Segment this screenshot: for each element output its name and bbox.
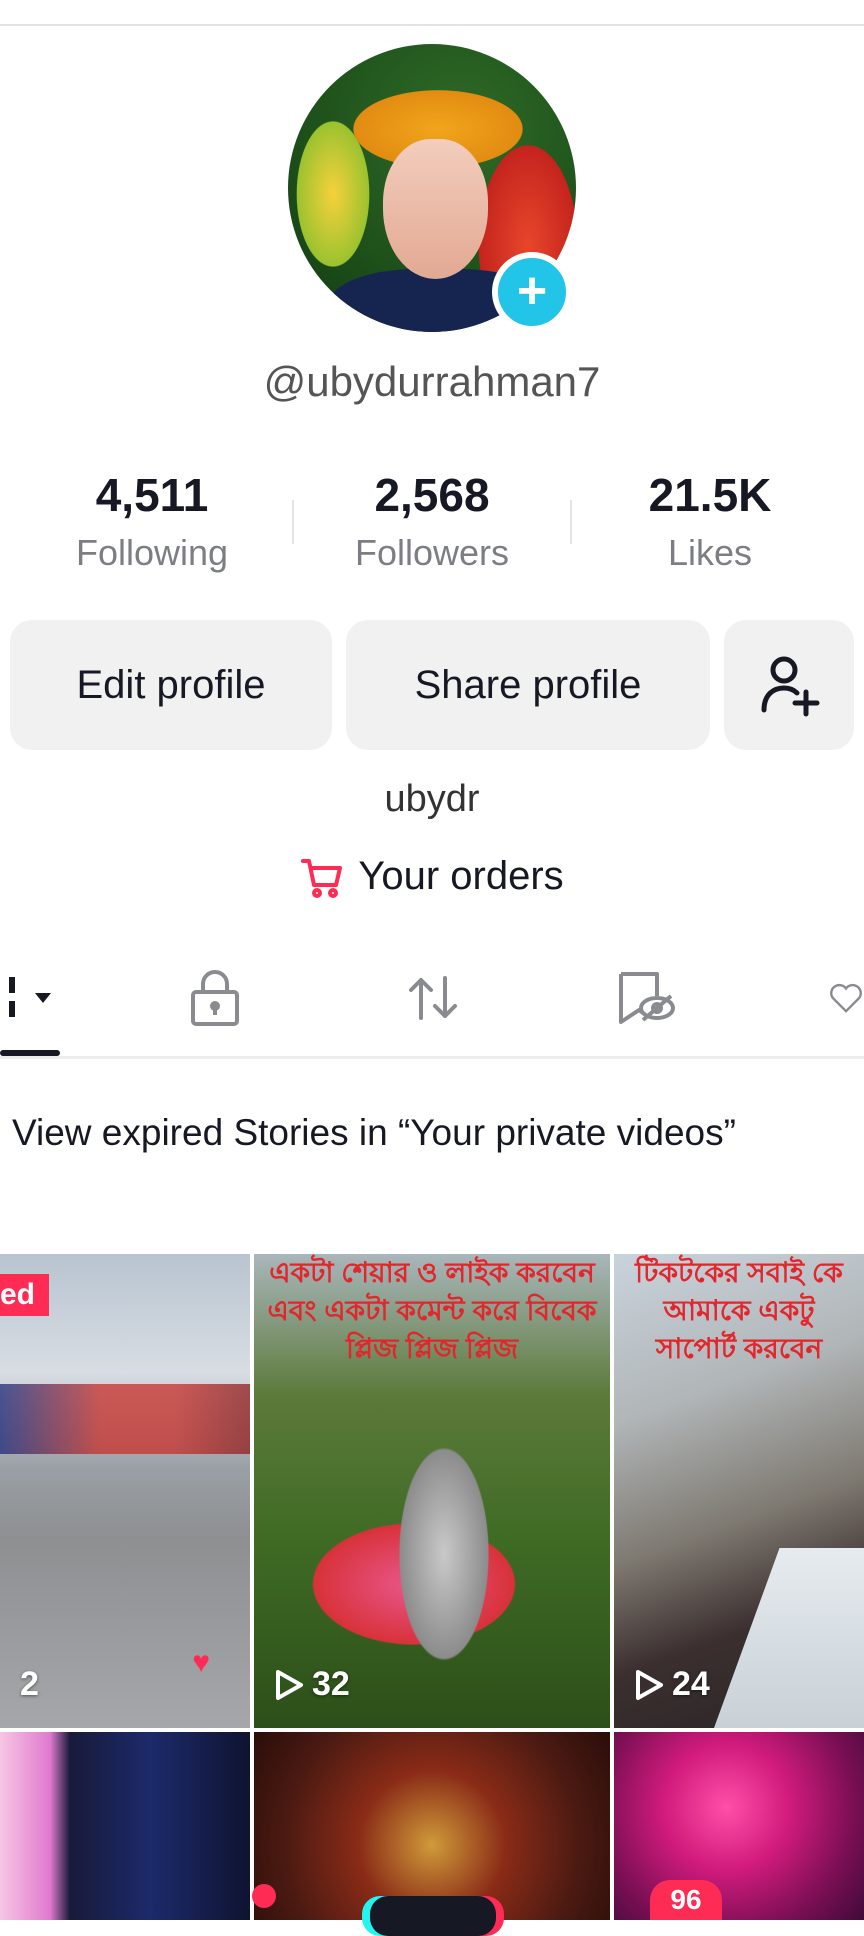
- lock-icon: [191, 970, 239, 1026]
- following-stat[interactable]: 4,511 Following: [22, 468, 282, 574]
- tab-reposts[interactable]: [398, 958, 468, 1038]
- likes-label: Likes: [667, 532, 753, 573]
- create-button[interactable]: [370, 1896, 496, 1936]
- avatar-face: [383, 139, 488, 279]
- video-view-count: 32: [274, 1665, 350, 1704]
- likes-stat[interactable]: 21.5K Likes: [580, 468, 840, 574]
- share-profile-button[interactable]: Share profile: [346, 620, 710, 750]
- video-view-count-value: 2: [20, 1665, 39, 1703]
- profile-username: @ubydurrahman7: [263, 358, 601, 405]
- liked-icon: [830, 983, 862, 1013]
- video-view-count: 2: [20, 1665, 39, 1704]
- your-orders-label: Your orders: [358, 854, 564, 898]
- add-story-plus-icon[interactable]: +: [492, 252, 572, 332]
- snow-path: [714, 1548, 864, 1728]
- video-view-count: 24: [634, 1665, 710, 1704]
- favorites-icon: [619, 972, 675, 1024]
- followers-stat[interactable]: 2,568 Followers: [302, 468, 562, 574]
- grid-videos-icon: [9, 977, 51, 1017]
- repost-icon: [409, 976, 457, 1020]
- stat-divider: [570, 500, 572, 544]
- video-overlay-text: টিকটকের সবাই কে আমাকে একটু সাপোর্ট করবেন: [635, 1257, 843, 1364]
- tabs-divider: [0, 1056, 864, 1059]
- friends-notification-dot: [252, 1884, 276, 1908]
- tab-liked[interactable]: [828, 958, 864, 1038]
- video-tile[interactable]: টিকটকের সবাই কে আমাকে একটু সাপোর্ট করবেন…: [614, 1254, 864, 1728]
- tab-videos[interactable]: [0, 958, 70, 1038]
- video-status-tag: ed: [0, 1274, 50, 1316]
- add-friends-button[interactable]: [724, 620, 854, 750]
- person-plus-icon: [761, 656, 820, 717]
- video-tile[interactable]: ed 2 ♥: [0, 1254, 250, 1728]
- profile-bio: ubydr: [384, 778, 480, 820]
- play-icon: [276, 1669, 303, 1700]
- inbox-badge[interactable]: 96: [650, 1880, 722, 1920]
- video-view-count-value: 24: [672, 1665, 710, 1703]
- tab-private[interactable]: [180, 958, 250, 1038]
- tab-favorites[interactable]: [610, 958, 680, 1038]
- likes-count: 21.5K: [648, 469, 772, 521]
- followers-label: Followers: [354, 532, 510, 573]
- shopping-cart-icon: [301, 858, 343, 898]
- video-tile[interactable]: একটা শেয়ার ও লাইক করবেন এবং একটা কমেন্ট…: [254, 1254, 610, 1728]
- following-label: Following: [75, 532, 229, 573]
- edit-profile-button[interactable]: Edit profile: [10, 620, 332, 750]
- following-count: 4,511: [95, 469, 209, 521]
- play-icon: [636, 1669, 663, 1700]
- stat-divider: [292, 500, 294, 544]
- video-thumbnail-banners: [0, 1384, 250, 1454]
- video-view-count-value: 32: [312, 1665, 350, 1703]
- video-grid: ed 2 ♥ একটা শেয়ার ও লাইক করবেন এবং একটা…: [0, 1254, 864, 1920]
- top-divider: [0, 24, 864, 26]
- profile-tabs: [0, 958, 864, 1058]
- video-overlay-text: একটা শেয়ার ও লাইক করবেন এবং একটা কমেন্ট…: [267, 1257, 597, 1364]
- expired-stories-notice[interactable]: View expired Stories in “Your private vi…: [12, 1108, 832, 1158]
- your-orders-link[interactable]: Your orders: [0, 854, 864, 899]
- heart-icon: ♥: [192, 1646, 210, 1679]
- followers-count: 2,568: [374, 469, 490, 521]
